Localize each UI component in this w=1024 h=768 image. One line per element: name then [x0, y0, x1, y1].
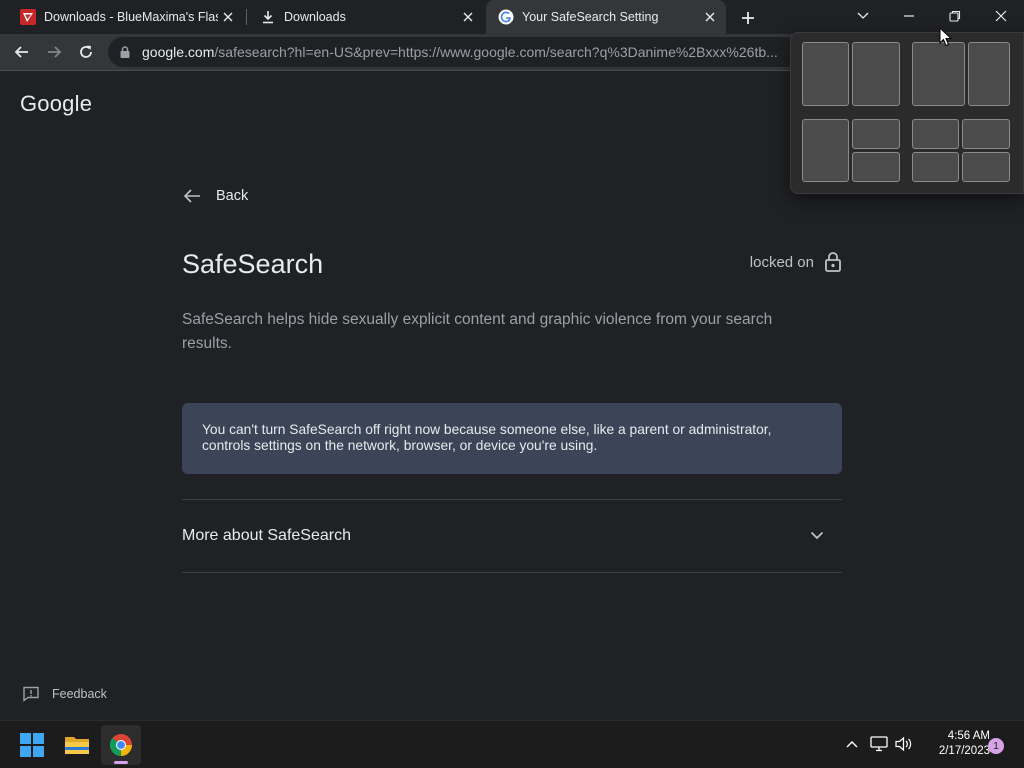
snap-zone-quad-tr[interactable] [962, 119, 1010, 149]
clock-time: 4:56 AM [947, 730, 990, 742]
padlock-icon [825, 252, 841, 272]
speaker-icon [895, 736, 912, 752]
network-icon [870, 736, 888, 752]
snap-zone-quad-tl[interactable] [912, 119, 959, 149]
minimize-icon [904, 15, 914, 17]
google-g-icon [498, 9, 514, 25]
close-tab-icon[interactable] [458, 7, 478, 27]
url-host: google.com [142, 44, 215, 60]
locked-notice: You can't turn SafeSearch off right now … [182, 403, 842, 474]
restore-icon [949, 10, 961, 22]
chevron-up-icon [846, 741, 858, 748]
show-hidden-icons-button[interactable] [841, 733, 863, 755]
chevron-down-icon [857, 12, 869, 19]
snap-layouts-flyout [790, 32, 1024, 194]
close-window-button[interactable] [978, 0, 1024, 32]
clock-date: 2/17/2023 [938, 745, 990, 757]
snap-zone-narrow-right[interactable] [968, 42, 1010, 106]
chrome-taskbar-button[interactable] [101, 725, 141, 765]
snap-zone-wide-left[interactable] [912, 42, 965, 106]
status-label: locked on [749, 253, 814, 271]
reload-icon [80, 45, 92, 58]
arrow-left-icon [183, 189, 200, 203]
forward-nav-button[interactable] [40, 38, 68, 66]
address-bar[interactable]: google.com/safesearch?hl=en-US&prev=http… [108, 37, 808, 67]
chrome-icon [109, 734, 132, 756]
snap-zone-half-right[interactable] [852, 42, 900, 106]
snap-zone-bottom-right[interactable] [852, 152, 900, 182]
close-tab-icon[interactable] [700, 7, 720, 27]
arrow-right-icon [48, 46, 62, 58]
back-nav-button[interactable] [8, 38, 36, 66]
file-explorer-button[interactable] [57, 725, 97, 765]
tab-title: Downloads [284, 10, 346, 24]
lock-icon [120, 46, 130, 58]
tab-safesearch[interactable]: Your SafeSearch Setting [486, 0, 726, 34]
notification-badge[interactable]: 1 [988, 738, 1004, 754]
back-label: Back [216, 188, 249, 204]
tab-title: Downloads - BlueMaxima's Flashpoint [44, 10, 218, 24]
snap-zone-quad-bl[interactable] [912, 152, 959, 182]
back-link[interactable]: Back [182, 188, 248, 204]
url-text[interactable]: google.com/safesearch?hl=en-US&prev=http… [142, 44, 778, 60]
mouse-cursor-icon [939, 27, 953, 47]
divider [182, 572, 842, 573]
clock[interactable]: 4:56 AM 2/17/2023 [918, 729, 990, 759]
tab-strip: Downloads - BlueMaxima's Flashpoint Down… [0, 0, 1024, 34]
feedback-label: Feedback [52, 687, 107, 701]
safesearch-status: locked on [750, 251, 842, 273]
windows-start-icon [20, 733, 44, 757]
tab-search-button[interactable] [840, 0, 886, 32]
snap-zone-half-left[interactable] [802, 42, 849, 106]
minimize-button[interactable] [886, 0, 932, 32]
tab-flashpoint-downloads[interactable]: Downloads - BlueMaxima's Flashpoint [0, 0, 244, 34]
feedback-icon [23, 686, 39, 702]
flashpoint-icon [20, 9, 36, 25]
url-path: /safesearch?hl=en-US&prev=https://www.go… [214, 44, 778, 60]
tab-title: Your SafeSearch Setting [522, 10, 659, 24]
snap-zone-top-right[interactable] [852, 119, 900, 149]
new-tab-button[interactable] [737, 7, 759, 29]
network-status[interactable] [868, 733, 890, 755]
feedback-link[interactable]: Feedback [22, 686, 107, 702]
taskbar: 4:56 AM 2/17/2023 1 [0, 720, 1024, 768]
plus-icon [742, 12, 754, 24]
snap-zone-left-tall[interactable] [802, 119, 849, 182]
google-logo[interactable]: Google [20, 91, 92, 117]
close-icon [995, 10, 1007, 22]
expander-label: More about SafeSearch [182, 526, 351, 544]
active-app-indicator [114, 761, 128, 764]
snap-zone-quad-br[interactable] [962, 152, 1010, 182]
download-icon [260, 9, 276, 25]
start-button[interactable] [12, 725, 52, 765]
safesearch-description: SafeSearch helps hide sexually explicit … [182, 311, 773, 352]
close-tab-icon[interactable] [218, 7, 238, 27]
reload-button[interactable] [72, 38, 100, 66]
chevron-down-icon [810, 531, 824, 540]
file-explorer-icon [65, 737, 89, 754]
arrow-left-icon [14, 46, 28, 58]
tab-downloads[interactable]: Downloads [240, 0, 484, 34]
volume-status[interactable] [893, 733, 915, 755]
page-title: SafeSearch [182, 249, 324, 279]
more-about-safesearch-expander[interactable]: More about SafeSearch [182, 499, 842, 572]
